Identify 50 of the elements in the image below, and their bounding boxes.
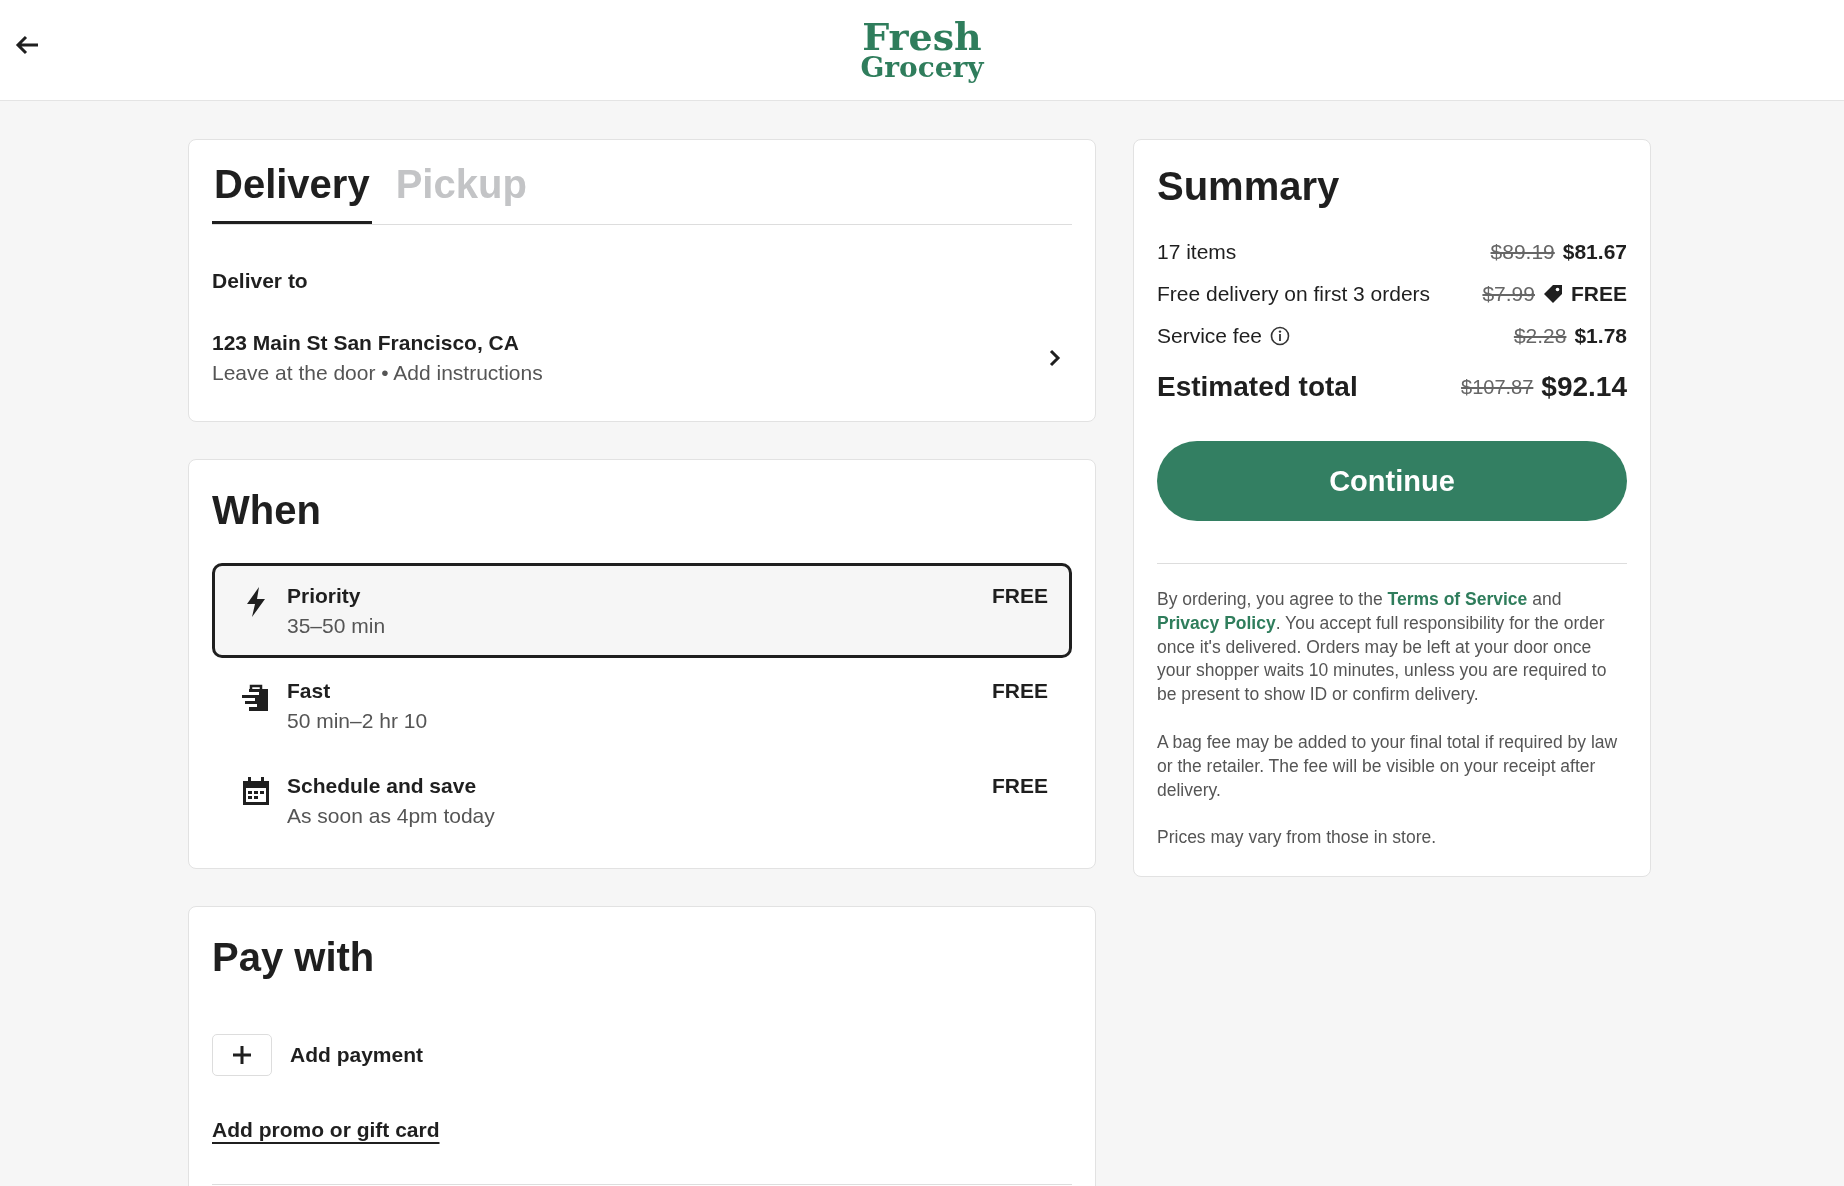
line-price: $1.78	[1574, 324, 1627, 348]
line-label: Free delivery on first 3 orders	[1157, 282, 1431, 306]
calendar-icon	[242, 777, 270, 805]
summary-title: Summary	[1157, 163, 1341, 209]
option-name: Fast	[287, 679, 332, 703]
original-price: $89.19	[1490, 240, 1555, 264]
line-label: 17 items	[1157, 240, 1237, 264]
info-icon[interactable]	[1270, 326, 1291, 346]
option-price: FREE	[992, 774, 1048, 798]
total-price: $92.14	[1541, 371, 1627, 403]
back-arrow-icon	[14, 34, 40, 56]
legal-link[interactable]: Terms of Service	[1387, 589, 1528, 609]
section-label: Deliver to	[212, 269, 309, 293]
original-price: $7.99	[1482, 282, 1535, 306]
section-title: When	[212, 487, 322, 533]
logo-text: Fresh	[862, 20, 982, 55]
add-payment-link[interactable]: Add payment	[290, 1043, 423, 1067]
legal-paragraph: By ordering, you agree to the Terms of Service and Privacy Policy. You accept full responsibility for the order once it's delivered. Orders may be left at your door once your shopper waits 10 minutes, unless you are required to be present to show ID or confirm delivery.	[1157, 588, 1608, 707]
instructions-text: Leave at the door • Add instructions	[212, 361, 543, 385]
total-label: Estimated total	[1157, 371, 1358, 403]
lightning-bolt-icon	[246, 587, 266, 617]
line-price: $81.67	[1562, 240, 1627, 264]
legal-paragraph: Prices may vary from those in store.	[1157, 826, 1438, 850]
address-text: 123 Main St San Francisco, CA	[212, 331, 520, 355]
address-row[interactable]: 123 Main St San Francisco, CA Leave at the door • Add instructions	[212, 293, 1072, 421]
original-price: $107.87	[1461, 375, 1534, 399]
shopping-bag-icon	[241, 682, 271, 712]
option-time: 35–50 min	[287, 614, 387, 638]
tab[interactable]: Delivery	[212, 162, 372, 224]
option-name: Priority	[287, 584, 362, 608]
option-time: As soon as 4pm today	[287, 804, 496, 828]
line-price: FREE	[1571, 282, 1627, 306]
plus-icon	[231, 1044, 253, 1066]
chevron-right-icon	[1048, 348, 1062, 368]
option-time: 50 min–2 hr 10	[287, 709, 429, 733]
add-button[interactable]	[212, 1034, 272, 1076]
legal-link[interactable]: Privacy Policy	[1157, 612, 1276, 633]
section-title: Pay with	[212, 934, 376, 980]
legal-paragraph: A bag fee may be added to your final total if required by law or the retailer. The fee will be visible on your receipt after delivery.	[1157, 731, 1619, 802]
option-name: Schedule and save	[287, 774, 478, 798]
original-price: $2.28	[1513, 324, 1567, 348]
delivery-option[interactable]: Priority 35–50 min FREE	[212, 563, 1072, 658]
delivery-option[interactable]: Fast 50 min–2 hr 10 FREE	[212, 658, 1072, 753]
promo-link[interactable]: Add promo or gift card	[212, 1118, 440, 1142]
option-price: FREE	[992, 679, 1048, 703]
option-price: FREE	[992, 584, 1048, 608]
price-tag-icon	[1543, 284, 1563, 304]
continue-button[interactable]: Continue	[1157, 441, 1627, 521]
delivery-option[interactable]: Schedule and save As soon as 4pm today FREE	[212, 753, 1072, 848]
line-label: Service fee	[1157, 324, 1263, 348]
